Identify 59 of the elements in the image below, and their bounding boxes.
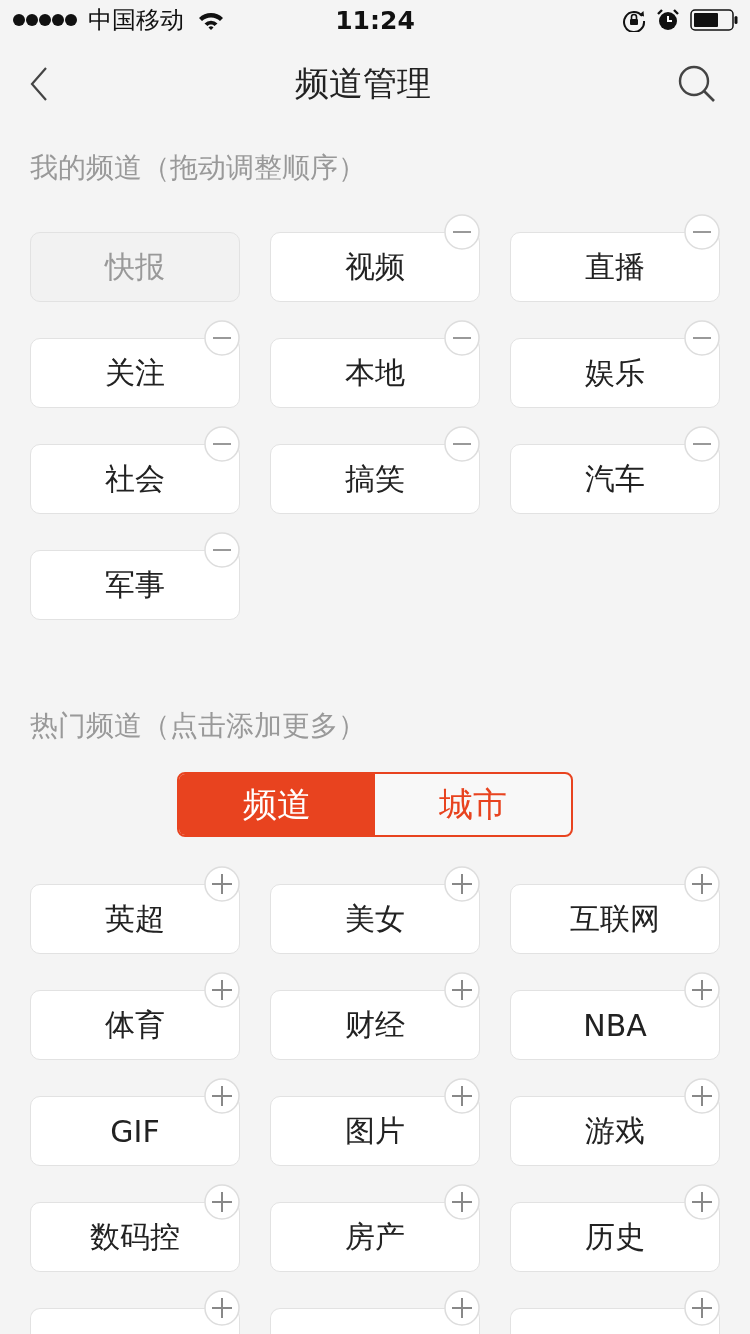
signal-dots-icon [12, 13, 78, 27]
remove-icon[interactable] [204, 426, 240, 462]
back-icon[interactable] [30, 67, 48, 101]
remove-icon[interactable] [204, 532, 240, 568]
remove-icon[interactable] [684, 426, 720, 462]
add-icon[interactable] [204, 972, 240, 1008]
add-icon[interactable] [444, 1078, 480, 1114]
add-icon[interactable] [444, 1290, 480, 1326]
channel-chip[interactable]: 视频 [270, 232, 480, 302]
add-icon[interactable] [204, 1078, 240, 1114]
channel-chip[interactable]: 房产 [270, 1202, 480, 1272]
page-title: 频道管理 [295, 62, 431, 105]
battery-icon [690, 9, 738, 31]
channel-chip[interactable]: 搞笑 [270, 444, 480, 514]
wifi-icon [198, 10, 224, 30]
segment-tab[interactable]: 频道 [179, 774, 375, 835]
add-icon[interactable] [684, 1290, 720, 1326]
remove-icon[interactable] [204, 320, 240, 356]
channel-chip[interactable]: 财经 [270, 990, 480, 1060]
remove-icon[interactable] [444, 426, 480, 462]
remove-icon[interactable] [444, 214, 480, 250]
add-icon[interactable] [684, 866, 720, 902]
remove-icon[interactable] [444, 320, 480, 356]
channel-chip[interactable]: 娱乐 [510, 338, 720, 408]
section-title: 我的频道（拖动调整顺序） [29, 150, 367, 186]
channel-chip[interactable]: 关注 [30, 338, 240, 408]
channel-chip[interactable]: 汽车 [510, 444, 720, 514]
add-icon[interactable] [444, 866, 480, 902]
search-icon[interactable] [678, 65, 716, 103]
add-icon[interactable] [684, 1184, 720, 1220]
channel-chip[interactable]: 图片 [270, 1096, 480, 1166]
channel-chip[interactable]: 社会 [30, 444, 240, 514]
add-icon[interactable] [204, 1184, 240, 1220]
carrier-name: 中国移动 [88, 5, 184, 36]
channel-chip[interactable]: 游戏 [510, 1096, 720, 1166]
channel-chip[interactable]: 互联网 [510, 884, 720, 954]
channel-chip[interactable]: 英超 [30, 884, 240, 954]
channel-chip[interactable]: 数码控 [30, 1202, 240, 1272]
channel-chip[interactable]: 本地 [270, 338, 480, 408]
remove-icon[interactable] [684, 320, 720, 356]
channel-chip[interactable]: 军事 [30, 550, 240, 620]
add-icon[interactable] [684, 972, 720, 1008]
alarm-clock-icon [656, 8, 680, 32]
segment-tab[interactable]: 城市 [375, 774, 571, 835]
channel-chip[interactable]: GIF [30, 1096, 240, 1166]
channel-chip[interactable]: 直播 [510, 232, 720, 302]
channel-chip[interactable]: 美女 [270, 884, 480, 954]
add-icon[interactable] [684, 1078, 720, 1114]
add-icon[interactable] [204, 866, 240, 902]
section-title: 热门频道（点击添加更多） [29, 708, 367, 744]
status-time: 11:24 [335, 5, 415, 35]
add-icon[interactable] [204, 1290, 240, 1326]
add-icon[interactable] [444, 972, 480, 1008]
channel-chip[interactable]: 体育 [30, 990, 240, 1060]
add-icon[interactable] [444, 1184, 480, 1220]
channel-chip[interactable]: NBA [510, 990, 720, 1060]
remove-icon[interactable] [684, 214, 720, 250]
channel-chip[interactable]: 历史 [510, 1202, 720, 1272]
rotation-lock-icon [622, 8, 646, 32]
